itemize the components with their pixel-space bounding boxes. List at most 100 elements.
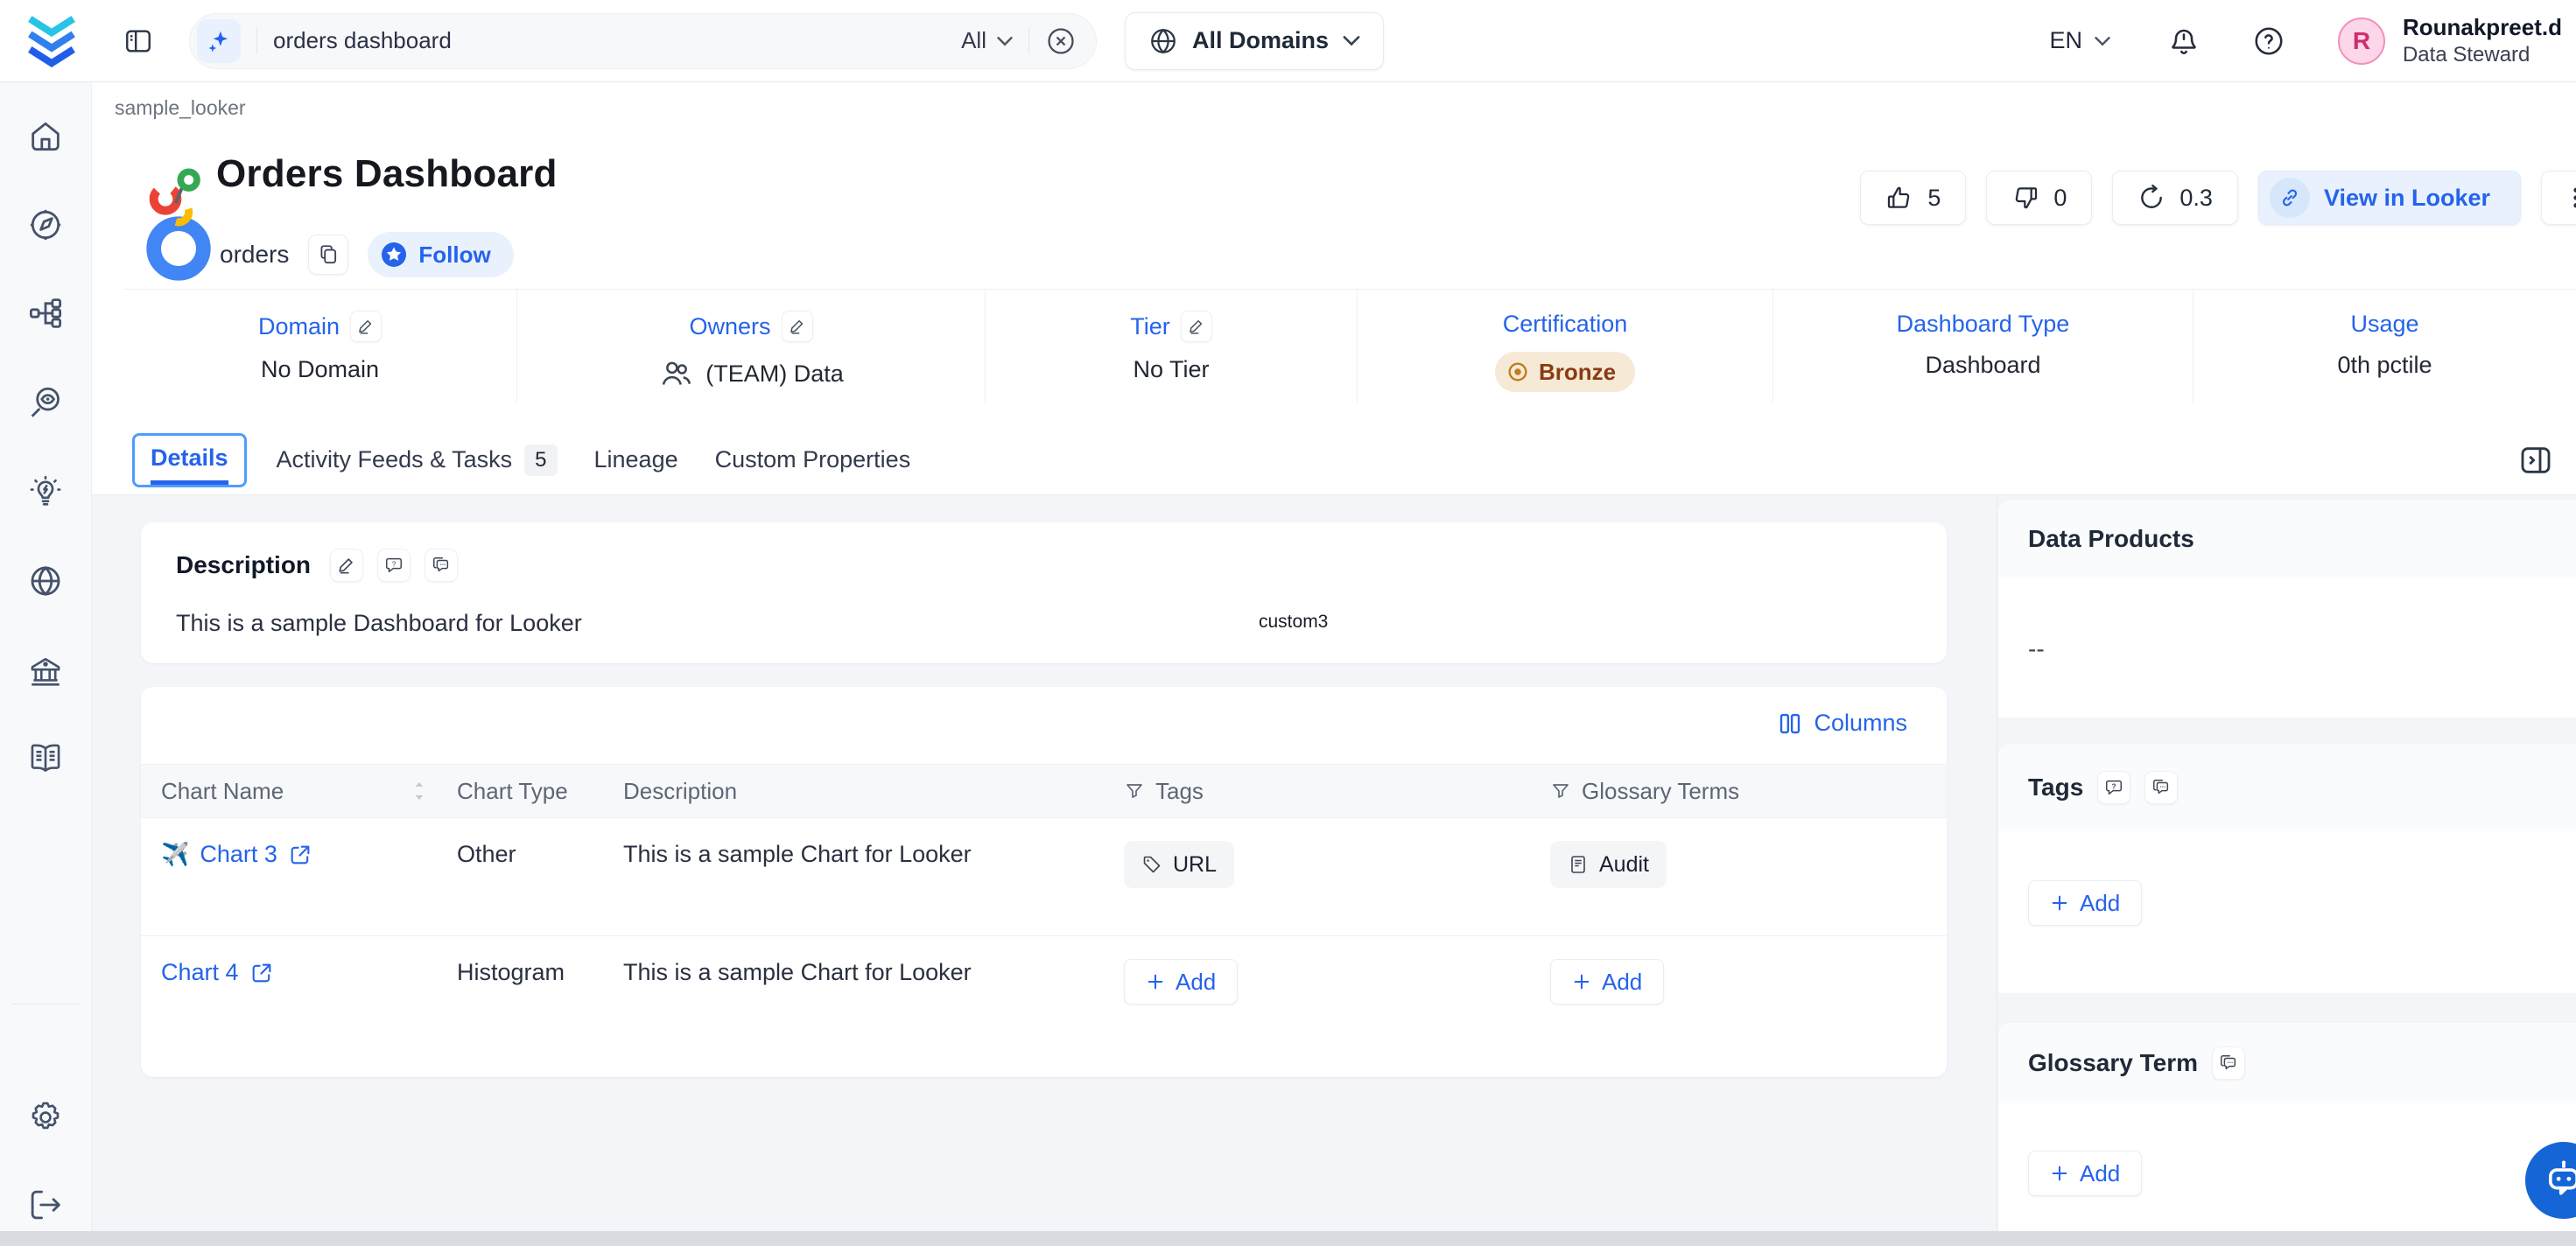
view-in-looker-button[interactable]: View in Looker	[2258, 171, 2521, 225]
description-suggestions-icon[interactable]	[425, 549, 458, 582]
column-tags[interactable]: Tags	[1124, 778, 1550, 805]
custom-annotation: custom3	[1259, 612, 1328, 633]
certification-label[interactable]: Certification	[1503, 311, 1628, 338]
filter-icon	[1550, 780, 1571, 802]
avatar[interactable]: R	[2338, 18, 2385, 65]
column-description[interactable]: Description	[623, 778, 1124, 805]
meta-owners: Owners (TEAM) Data	[517, 290, 986, 402]
column-chart-name[interactable]: Chart Name	[161, 778, 457, 805]
more-actions-button[interactable]	[2541, 171, 2576, 225]
owners-value[interactable]: (TEAM) Data	[705, 360, 844, 388]
logout-icon[interactable]	[27, 1186, 64, 1223]
external-link-icon	[249, 961, 274, 985]
description-comment-icon[interactable]: ?	[377, 549, 411, 582]
tab-activity-feeds[interactable]: Activity Feeds & Tasks 5	[277, 444, 558, 476]
compass-icon[interactable]	[27, 206, 64, 243]
table-row: Chart 4 Histogram This is a sample Chart…	[141, 936, 1947, 1077]
charts-table-card: Columns Chart Name Chart Type Descriptio…	[141, 687, 1947, 1077]
clear-search-icon[interactable]	[1045, 25, 1077, 57]
settings-gear-icon[interactable]	[27, 1099, 64, 1136]
domain-label[interactable]: Domain	[258, 313, 340, 340]
glossary-term-header: Glossary Term	[1998, 1023, 2576, 1103]
breadcrumb[interactable]: sample_looker	[115, 96, 246, 120]
add-tag-button[interactable]: Add	[1124, 959, 1238, 1004]
glossary-suggestions-icon[interactable]	[2212, 1046, 2245, 1080]
owners-label[interactable]: Owners	[689, 313, 770, 340]
glossary-book-icon[interactable]	[27, 740, 64, 777]
tier-label[interactable]: Tier	[1130, 313, 1170, 340]
collapse-right-panel-icon[interactable]	[2518, 443, 2553, 478]
kebab-icon	[2563, 185, 2576, 211]
lineage-graph-icon[interactable]	[27, 295, 64, 332]
tab-custom-properties[interactable]: Custom Properties	[715, 446, 911, 473]
chevron-down-icon	[2095, 36, 2110, 46]
domain-value: No Domain	[261, 356, 379, 383]
add-glossary-term-button[interactable]: Add	[1550, 959, 1664, 1004]
chart-description-cell: This is a sample Chart for Looker	[623, 959, 1124, 986]
tab-details[interactable]: Details	[132, 433, 247, 487]
insights-bulb-icon[interactable]	[27, 474, 64, 511]
data-products-header: Data Products	[1998, 500, 2576, 578]
governance-bank-icon[interactable]	[27, 654, 64, 690]
tag-url[interactable]: URL	[1124, 841, 1234, 888]
usage-label[interactable]: Usage	[2350, 311, 2418, 338]
meta-certification: Certification Bronze	[1358, 290, 1773, 402]
add-tag-button[interactable]: Add	[2028, 880, 2142, 926]
plus-icon	[1572, 972, 1591, 991]
edit-description-button[interactable]	[330, 549, 363, 582]
tags-suggestions-icon[interactable]	[2144, 771, 2178, 804]
chart-3-link[interactable]: ✈️ Chart 3	[161, 841, 457, 868]
certification-badge[interactable]: Bronze	[1495, 352, 1635, 392]
star-icon	[380, 241, 408, 269]
notifications-bell-icon[interactable]	[2168, 25, 2200, 57]
language-selector[interactable]: EN	[2049, 27, 2110, 54]
all-domains-button[interactable]: All Domains	[1125, 12, 1384, 70]
column-chart-type[interactable]: Chart Type	[457, 778, 623, 805]
pencil-icon	[337, 556, 356, 575]
chevron-down-icon	[997, 36, 1013, 46]
dashboard-type-value: Dashboard	[1925, 352, 2040, 379]
observability-icon[interactable]	[27, 384, 64, 421]
tag-icon	[1141, 854, 1162, 875]
asset-header: sample_looker Orders Dashboard orders F	[92, 82, 2576, 495]
copy-link-button[interactable]	[308, 234, 348, 275]
columns-icon	[1777, 710, 1803, 737]
chart-type-cell: Other	[457, 841, 623, 868]
link-icon	[2270, 178, 2310, 218]
edit-owners-button[interactable]	[782, 311, 813, 342]
svg-text:?: ?	[392, 560, 397, 568]
add-glossary-term-button[interactable]: Add	[2028, 1151, 2142, 1196]
ai-sparkle-icon	[197, 19, 241, 63]
help-icon[interactable]	[2252, 24, 2285, 58]
user-info[interactable]: Rounakpreet.d Data Steward	[2403, 13, 2562, 68]
follow-button[interactable]: Follow	[368, 232, 513, 277]
collapse-sidebar-icon[interactable]	[119, 22, 158, 60]
downvote-button[interactable]: 0	[1986, 171, 2092, 225]
page-title: Orders Dashboard	[216, 152, 558, 196]
chart-4-link[interactable]: Chart 4	[161, 959, 457, 986]
upvote-button[interactable]: 5	[1860, 171, 1966, 225]
dashboard-type-label[interactable]: Dashboard Type	[1897, 311, 2070, 338]
tab-activity-badge: 5	[524, 444, 557, 476]
tags-help-icon[interactable]: ?	[2097, 771, 2130, 804]
tier-value: No Tier	[1133, 356, 1209, 383]
edit-tier-button[interactable]	[1181, 311, 1212, 342]
popularity-score-button[interactable]: 0.3	[2112, 171, 2238, 225]
copy-icon	[317, 243, 340, 266]
search-input[interactable]: orders dashboard	[273, 27, 452, 54]
edit-domain-button[interactable]	[350, 311, 382, 342]
search-scope-dropdown[interactable]: All	[961, 27, 1013, 54]
glossary-term-audit[interactable]: Audit	[1550, 841, 1667, 888]
globe-icon[interactable]	[27, 563, 64, 599]
global-search[interactable]: orders dashboard All	[189, 13, 1097, 69]
app-logo-icon[interactable]	[25, 14, 79, 68]
pencil-icon	[357, 318, 375, 335]
tab-lineage[interactable]: Lineage	[594, 446, 678, 473]
columns-button[interactable]: Columns	[1777, 710, 1907, 737]
usage-value: 0th pctile	[2337, 352, 2432, 379]
column-glossary-terms[interactable]: Glossary Terms	[1550, 778, 1907, 805]
popularity-icon	[2137, 184, 2165, 212]
chart-emoji: ✈️	[161, 841, 189, 868]
description-text: This is a sample Dashboard for Looker	[176, 610, 582, 637]
home-icon[interactable]	[27, 118, 64, 155]
